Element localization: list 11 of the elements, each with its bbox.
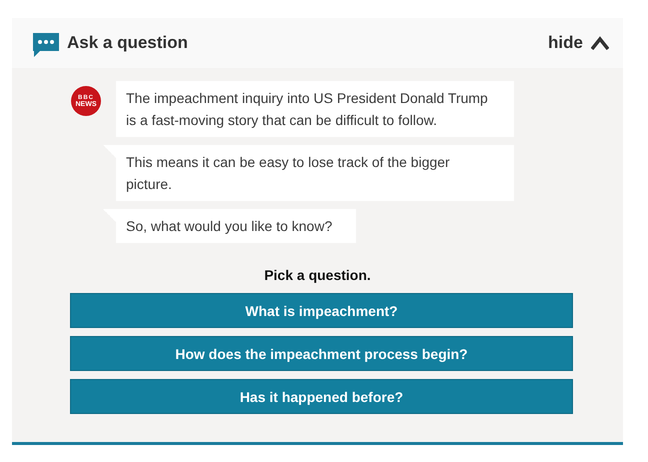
chat-message: So, what would you like to know? [103,209,356,243]
chat-message: This means it can be easy to lose track of the bigger picture. [103,145,514,201]
caret-up-icon [591,36,609,50]
panel-title: Ask a question [67,33,189,53]
question-button[interactable]: Has it happened before? [70,379,573,414]
chat-bubble-icon [33,33,59,57]
chat-message: The impeachment inquiry into US President Donald Trump is a fast-moving story that can be difficult to follow. [116,81,514,137]
hide-button[interactable]: hide [548,33,609,53]
prompt-text: Pick a question. [263,267,372,283]
question-button[interactable]: How does the impeachment process begin? [70,336,573,371]
question-button[interactable]: What is impeachment? [70,293,573,328]
